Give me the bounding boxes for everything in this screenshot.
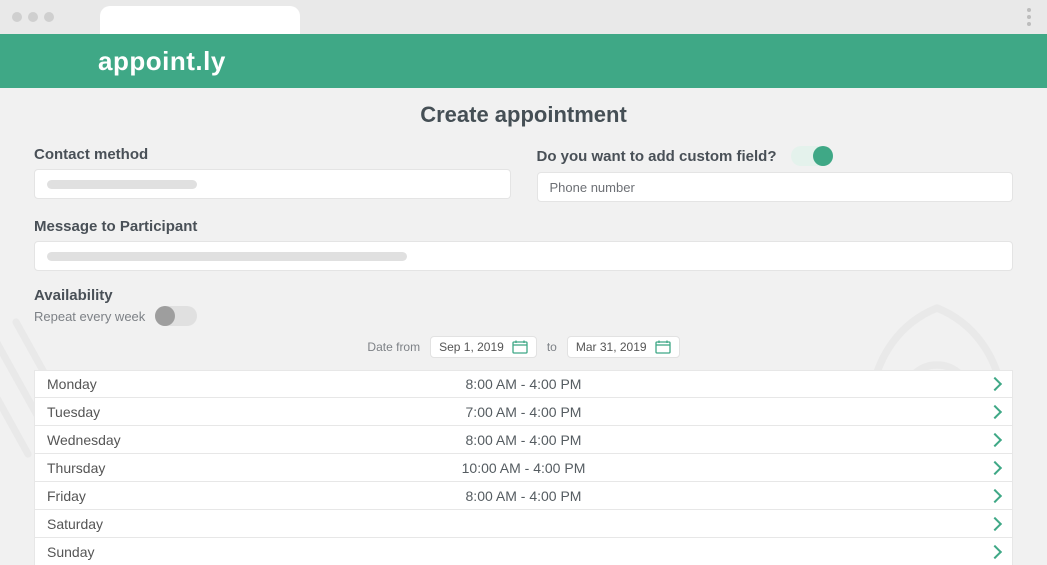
repeat-weekly-label: Repeat every week bbox=[34, 309, 145, 324]
day-name: Wednesday bbox=[47, 432, 466, 448]
availability-day-list: Monday8:00 AM - 4:00 PMTuesday7:00 AM - … bbox=[34, 370, 1013, 565]
expand-day-button[interactable] bbox=[585, 463, 1000, 473]
contact-method-input[interactable] bbox=[34, 169, 511, 199]
contact-method-label: Contact method bbox=[34, 146, 511, 163]
availability-day-row[interactable]: Thursday10:00 AM - 4:00 PM bbox=[34, 454, 1013, 482]
chevron-right-icon bbox=[988, 432, 1002, 446]
day-name: Saturday bbox=[47, 516, 524, 532]
window-controls bbox=[12, 12, 54, 22]
availability-day-row[interactable]: Monday8:00 AM - 4:00 PM bbox=[34, 370, 1013, 398]
availability-day-row[interactable]: Tuesday7:00 AM - 4:00 PM bbox=[34, 398, 1013, 426]
message-participant-label: Message to Participant bbox=[34, 218, 1013, 235]
availability-label: Availability bbox=[34, 287, 1013, 304]
app-header: appoint.ly bbox=[0, 34, 1047, 88]
calendar-icon bbox=[512, 340, 528, 354]
expand-day-button[interactable] bbox=[581, 435, 1000, 445]
calendar-icon bbox=[655, 340, 671, 354]
close-window-icon[interactable] bbox=[12, 12, 22, 22]
browser-chrome bbox=[0, 0, 1047, 34]
availability-day-row[interactable]: Sunday bbox=[34, 538, 1013, 565]
repeat-weekly-toggle[interactable] bbox=[155, 306, 197, 326]
message-participant-input[interactable] bbox=[34, 241, 1013, 271]
custom-field-label-text: Do you want to add custom field? bbox=[537, 148, 777, 165]
date-to-label: to bbox=[547, 340, 557, 354]
date-range-row: Date from Sep 1, 2019 to Mar 31, 2019 bbox=[34, 336, 1013, 358]
custom-field-input-value: Phone number bbox=[550, 180, 635, 195]
expand-day-button[interactable] bbox=[581, 491, 1000, 501]
date-to-picker[interactable]: Mar 31, 2019 bbox=[567, 336, 680, 358]
day-name: Friday bbox=[47, 488, 466, 504]
chevron-right-icon bbox=[988, 488, 1002, 502]
day-hours: 8:00 AM - 4:00 PM bbox=[466, 488, 582, 504]
page-content: Create appointment Contact method Do you… bbox=[0, 88, 1047, 565]
availability-day-row[interactable]: Friday8:00 AM - 4:00 PM bbox=[34, 482, 1013, 510]
day-name: Thursday bbox=[47, 460, 462, 476]
custom-field-toggle[interactable] bbox=[791, 146, 833, 166]
brand-logo: appoint.ly bbox=[98, 46, 226, 77]
chevron-right-icon bbox=[988, 460, 1002, 474]
day-hours: 10:00 AM - 4:00 PM bbox=[462, 460, 586, 476]
day-name: Sunday bbox=[47, 544, 524, 560]
day-hours: 8:00 AM - 4:00 PM bbox=[466, 432, 582, 448]
custom-field-input[interactable]: Phone number bbox=[537, 172, 1014, 202]
expand-day-button[interactable] bbox=[581, 379, 1000, 389]
minimize-window-icon[interactable] bbox=[28, 12, 38, 22]
day-hours: 7:00 AM - 4:00 PM bbox=[466, 404, 582, 420]
date-from-picker[interactable]: Sep 1, 2019 bbox=[430, 336, 537, 358]
browser-tab[interactable] bbox=[100, 6, 300, 34]
expand-day-button[interactable] bbox=[581, 407, 1000, 417]
availability-day-row[interactable]: Wednesday8:00 AM - 4:00 PM bbox=[34, 426, 1013, 454]
maximize-window-icon[interactable] bbox=[44, 12, 54, 22]
date-from-value: Sep 1, 2019 bbox=[439, 340, 504, 354]
expand-day-button[interactable] bbox=[524, 519, 1001, 529]
skeleton-placeholder bbox=[47, 180, 197, 189]
chevron-right-icon bbox=[988, 544, 1002, 558]
day-hours: 8:00 AM - 4:00 PM bbox=[466, 376, 582, 392]
chevron-right-icon bbox=[988, 404, 1002, 418]
chevron-right-icon bbox=[988, 516, 1002, 530]
page-title: Create appointment bbox=[34, 102, 1013, 128]
skeleton-placeholder bbox=[47, 252, 407, 261]
availability-day-row[interactable]: Saturday bbox=[34, 510, 1013, 538]
expand-day-button[interactable] bbox=[524, 547, 1001, 557]
date-from-label: Date from bbox=[367, 340, 420, 354]
browser-menu-icon[interactable] bbox=[1023, 4, 1035, 30]
day-name: Monday bbox=[47, 376, 466, 392]
date-to-value: Mar 31, 2019 bbox=[576, 340, 647, 354]
chevron-right-icon bbox=[988, 377, 1002, 391]
day-name: Tuesday bbox=[47, 404, 466, 420]
custom-field-label: Do you want to add custom field? bbox=[537, 146, 1014, 166]
repeat-weekly-row: Repeat every week bbox=[34, 306, 1013, 326]
